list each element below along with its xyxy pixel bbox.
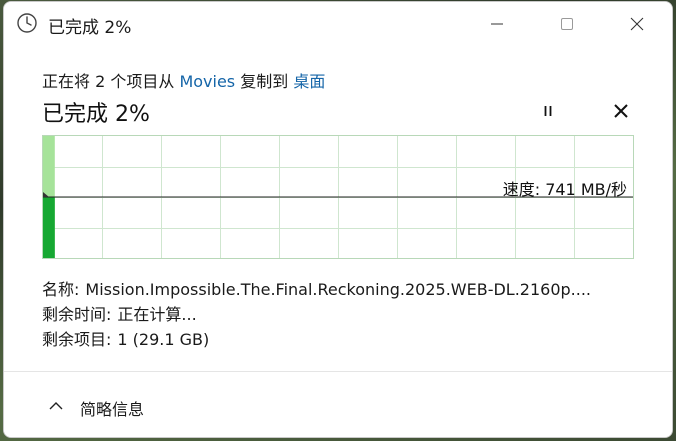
window-title: 已完成 2% xyxy=(48,18,132,38)
dialog-body: 正在将 2 个项目从 Movies 复制到 桌面 已完成 2% 速度: 741 … xyxy=(4,46,672,371)
minimize-button[interactable] xyxy=(474,6,520,42)
copy-middle: 复制到 xyxy=(235,72,294,91)
name-value: Mission.Impossible.The.Final.Reckoning.2… xyxy=(85,280,592,299)
clock-icon xyxy=(17,13,37,33)
items-remaining-value: 1 (29.1 GB) xyxy=(117,330,210,349)
speed-label: 速度: 741 MB/秒 xyxy=(502,180,627,199)
close-button[interactable] xyxy=(614,6,660,42)
detail-time-row: 剩余时间: 正在计算... xyxy=(42,301,591,326)
copy-description: 正在将 2 个项目从 Movies 复制到 桌面 xyxy=(42,68,325,92)
chevron-up-icon xyxy=(49,402,63,410)
cancel-icon[interactable] xyxy=(610,100,632,122)
pause-icon[interactable] xyxy=(537,100,559,122)
watermark: 小黑盒 xyxy=(590,407,670,435)
name-label: 名称: xyxy=(42,280,80,299)
maximize-icon xyxy=(561,18,573,30)
watermark-text: 小黑盒 xyxy=(620,415,662,431)
close-icon xyxy=(630,17,644,31)
maximize-button[interactable] xyxy=(544,6,590,42)
detail-items-row: 剩余项目: 1 (29.1 GB) xyxy=(42,326,591,351)
watermark-logo-icon xyxy=(594,413,614,429)
title-bar: 已完成 2% xyxy=(4,2,672,46)
fewer-details-label: 简略信息 xyxy=(80,400,145,419)
progress-fill-speed xyxy=(43,197,55,258)
dialog-footer: 简略信息 xyxy=(4,371,672,437)
destination-folder-link[interactable]: 桌面 xyxy=(293,72,325,91)
time-remaining-label: 剩余时间: xyxy=(42,305,112,324)
detail-name-row: 名称: Mission.Impossible.The.Final.Reckonin… xyxy=(42,276,591,301)
time-remaining-value: 正在计算... xyxy=(117,305,197,324)
minimize-icon xyxy=(491,23,503,25)
speed-graph: 速度: 741 MB/秒 xyxy=(42,135,634,259)
copy-details: 名称: Mission.Impossible.The.Final.Reckonin… xyxy=(42,276,591,351)
source-folder-link[interactable]: Movies xyxy=(179,72,235,91)
copy-prefix: 正在将 2 个项目从 xyxy=(42,72,180,91)
file-copy-dialog: 已完成 2% 正在将 2 个项目从 Movies 复制到 桌面 已完成 2% 速… xyxy=(3,1,673,438)
progress-title: 已完成 2% xyxy=(42,102,150,127)
items-remaining-label: 剩余项目: xyxy=(42,330,112,349)
